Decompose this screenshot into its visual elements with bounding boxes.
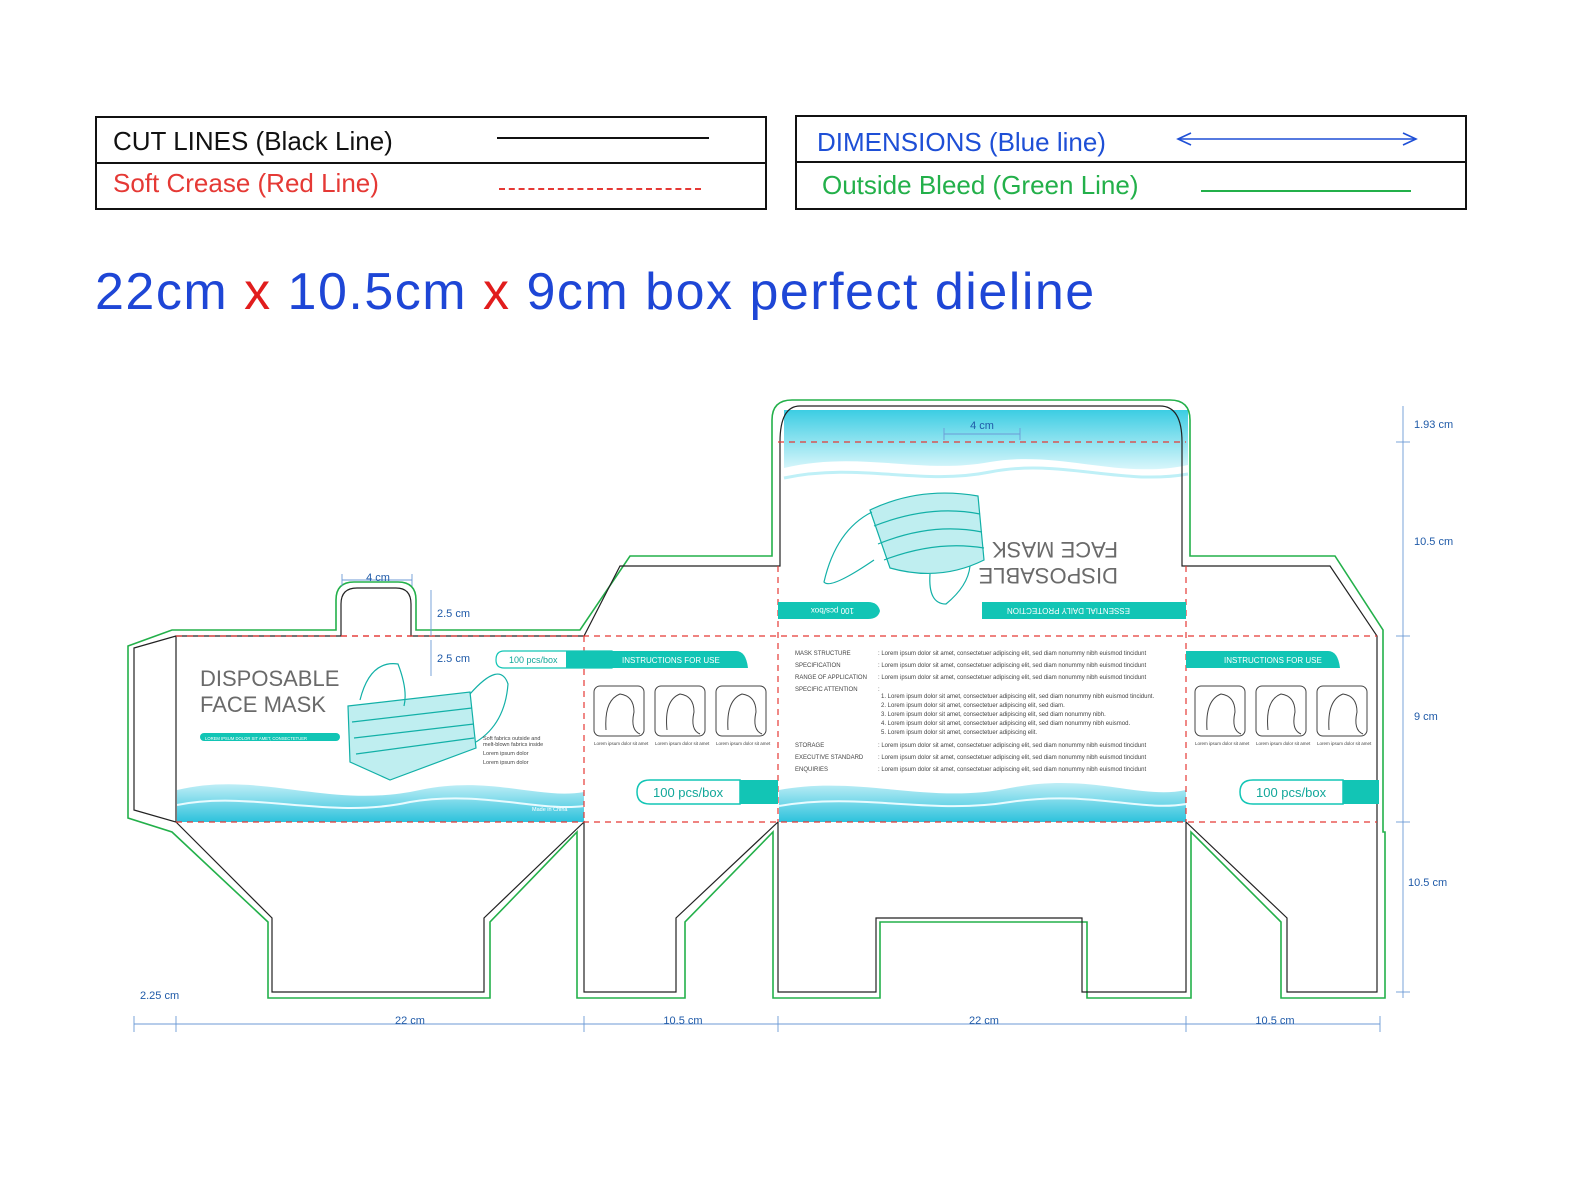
- right-count-large: 100 pcs/box: [1256, 785, 1327, 800]
- top-panel: DISPOSABLE FACE MASK ESSENTIAL DAILY PRO…: [778, 493, 1186, 619]
- water-top: [784, 410, 1188, 469]
- side-count-large-fill: [740, 780, 778, 804]
- right-count-large-fill: [1343, 780, 1379, 804]
- back-spec2-value-1: : Lorem ipsum dolor sit amet, consectetu…: [878, 743, 1146, 749]
- side-step-3: [716, 686, 766, 736]
- back-spec2-value-2: : Lorem ipsum dolor sit amet, consectetu…: [878, 755, 1146, 761]
- side-step-text-2: Lorem ipsum dolor sit amet: [655, 741, 710, 746]
- dim-22cm-a: 22 cm: [395, 1015, 425, 1027]
- front-feature-4: Lorem ipsum dolor: [483, 760, 529, 766]
- back-spec-value-2: : Lorem ipsum dolor sit amet, consectetu…: [878, 663, 1146, 669]
- side-step-text-1: Lorem ipsum dolor sit amet: [594, 741, 649, 746]
- mask-illustration-top: [824, 493, 984, 604]
- dim-2-5cm-b: 2.5 cm: [437, 653, 470, 665]
- back-attention-3: 3. Lorem ipsum dolor sit amet, consectet…: [881, 712, 1106, 718]
- back-spec2-label-1: STORAGE: [795, 743, 824, 749]
- right-panel: INSTRUCTIONS FOR USE Lorem ipsum dolor s…: [1186, 651, 1379, 804]
- side-panel: 100 pcs/box INSTRUCTIONS FOR USE Lorem i…: [496, 651, 778, 804]
- back-spec-value-1: : Lorem ipsum dolor sit amet, consectetu…: [878, 651, 1146, 657]
- dim-22cm-b: 22 cm: [969, 1015, 999, 1027]
- front-title-line2: FACE MASK: [200, 692, 326, 717]
- dim-4cm-top: 4 cm: [970, 420, 994, 432]
- dim-10-5cm-a: 10.5 cm: [663, 1015, 702, 1027]
- dim-2-5cm-a: 2.5 cm: [437, 608, 470, 620]
- top-banner-text: ESSENTIAL DAILY PROTECTION: [1007, 606, 1130, 615]
- side-instructions: INSTRUCTIONS FOR USE: [622, 656, 720, 665]
- dim-2-25cm: 2.25 cm: [140, 990, 179, 1002]
- right-steps: [1195, 686, 1367, 736]
- back-spec-label-1: MASK STRUCTURE: [795, 651, 851, 657]
- dim-9cm: 9 cm: [1414, 711, 1438, 723]
- back-attention-4: 4. Lorem ipsum dolor sit amet, consectet…: [881, 721, 1130, 727]
- back-spec2-label-3: ENQUIRIES: [795, 767, 828, 773]
- back-panel: MASK STRUCTURE : Lorem ipsum dolor sit a…: [795, 651, 1154, 773]
- dim-10-5cm-b: 10.5 cm: [1255, 1015, 1294, 1027]
- side-count-large: 100 pcs/box: [653, 785, 724, 800]
- right-step-text-2: Lorem ipsum dolor sit amet: [1256, 741, 1311, 746]
- right-step-1: [1195, 686, 1245, 736]
- side-count-small-fill: [566, 651, 612, 668]
- top-count-text: 100 pcs/box: [811, 606, 854, 615]
- front-feature-3: Lorem ipsum dolor: [483, 751, 529, 757]
- front-feature-2: melt-blown fabrics inside: [483, 742, 543, 748]
- back-spec-label-4: SPECIFIC ATTENTION: [795, 687, 858, 693]
- front-title-line1: DISPOSABLE: [200, 666, 339, 691]
- back-spec2-value-3: : Lorem ipsum dolor sit amet, consectetu…: [878, 767, 1146, 773]
- right-step-text-1: Lorem ipsum dolor sit amet: [1195, 741, 1250, 746]
- front-made-in: Made in China: [532, 807, 568, 813]
- back-spec-value-4: :: [878, 687, 880, 693]
- back-spec-label-3: RANGE OF APPLICATION: [795, 675, 867, 681]
- side-count-small: 100 pcs/box: [509, 655, 558, 665]
- side-step-text-3: Lorem ipsum dolor sit amet: [716, 741, 771, 746]
- front-tagline: LOREM IPSUM DOLOR SIT AMET, CONSECTETUER: [205, 736, 307, 741]
- back-attention-5: 5. Lorem ipsum dolor sit amet, consectet…: [881, 730, 1037, 736]
- water-top-wave2: [784, 468, 1188, 478]
- back-attention-2: 2. Lorem ipsum dolor sit amet, consectet…: [881, 703, 1065, 709]
- right-instructions-fill: [1186, 651, 1212, 668]
- dim-10-5cm-right-bottom: 10.5 cm: [1408, 877, 1447, 889]
- top-title-line1: DISPOSABLE: [979, 563, 1118, 588]
- side-steps: [594, 686, 766, 736]
- dim-4cm-left: 4 cm: [366, 572, 390, 584]
- back-spec2-label-2: EXECUTIVE STANDARD: [795, 755, 864, 761]
- right-instructions: INSTRUCTIONS FOR USE: [1224, 656, 1322, 665]
- back-spec-value-3: : Lorem ipsum dolor sit amet, consectetu…: [878, 675, 1146, 681]
- side-step-1: [594, 686, 644, 736]
- back-attention-1: 1. Lorem ipsum dolor sit amet, consectet…: [881, 694, 1154, 700]
- dim-1-93cm: 1.93 cm: [1414, 419, 1453, 431]
- dim-10-5cm-right-top: 10.5 cm: [1414, 536, 1453, 548]
- top-title-line2: FACE MASK: [992, 537, 1118, 562]
- right-step-text-3: Lorem ipsum dolor sit amet: [1317, 741, 1372, 746]
- right-step-3: [1317, 686, 1367, 736]
- dieline-diagram: 4 cm 2.5 cm 2.5 cm 4 cm 1.93 cm 10.5 cm …: [0, 0, 1584, 1188]
- back-spec-label-2: SPECIFICATION: [795, 663, 841, 669]
